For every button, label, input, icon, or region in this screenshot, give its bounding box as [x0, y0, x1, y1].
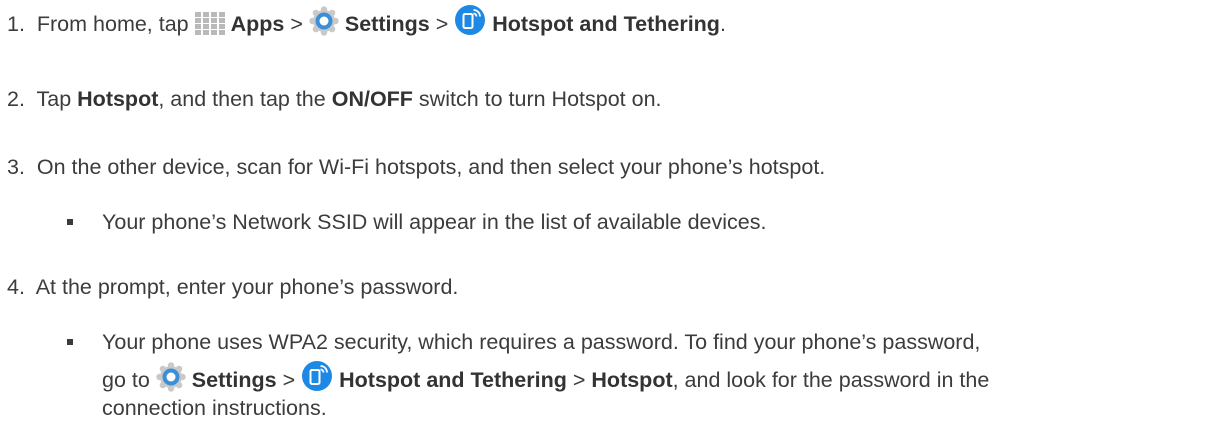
hotspot-label: Hotspot [77, 87, 159, 111]
step-text: , and then tap the [158, 87, 326, 111]
bullet-text: Your phone uses WPA2 security, which req… [102, 330, 981, 354]
settings-label: Settings [344, 12, 430, 36]
step-4-bullet-line-3: connection instructions. [102, 394, 327, 422]
period: . [719, 12, 726, 36]
step-text: Tap [36, 87, 72, 111]
bullet-text: go to [102, 368, 150, 392]
step-text: switch to turn Hotspot on. [418, 87, 662, 111]
settings-label: Settings [191, 368, 277, 392]
separator: > [572, 368, 586, 392]
step-number: 2. [7, 87, 25, 111]
settings-gear-icon [309, 6, 339, 43]
step-number: 4. [7, 275, 25, 299]
bullet-text: , and look for the password in the [672, 368, 990, 392]
separator: > [282, 368, 296, 392]
step-4-bullet-line-1: Your phone uses WPA2 security, which req… [102, 328, 980, 356]
bullet-marker [67, 339, 73, 345]
step-number: 1. [7, 12, 25, 36]
bullet-marker [67, 219, 73, 225]
separator: > [435, 12, 449, 36]
separator: > [290, 12, 303, 36]
apps-grid-icon [194, 12, 225, 43]
step-text: At the prompt, enter your phone’s passwo… [35, 275, 459, 299]
onoff-label: ON/OFF [331, 87, 413, 111]
hotspot-label: Hotspot [591, 368, 673, 392]
step-text: On the other device, scan for Wi-Fi hots… [36, 155, 826, 179]
step-text: From home, tap [36, 12, 189, 36]
step-number: 3. [7, 155, 25, 179]
bullet-text: Your phone’s Network SSID will appear in… [102, 210, 767, 234]
apps-label: Apps [230, 12, 285, 36]
step-3-bullet: Your phone’s Network SSID will appear in… [102, 208, 766, 236]
step-2: 2. Tap Hotspot, and then tap the ON/OFF … [7, 85, 662, 113]
step-4: 4. At the prompt, enter your phone’s pas… [7, 273, 458, 301]
hotspot-tethering-label: Hotspot and Tethering [339, 368, 567, 392]
bullet-text: connection instructions. [102, 396, 327, 420]
hotspot-tethering-icon [454, 4, 486, 43]
hotspot-tethering-label: Hotspot and Tethering [492, 12, 720, 36]
step-1: 1. From home, tap Apps > Settings > Hots… [7, 4, 726, 43]
step-3: 3. On the other device, scan for Wi-Fi h… [7, 153, 825, 181]
